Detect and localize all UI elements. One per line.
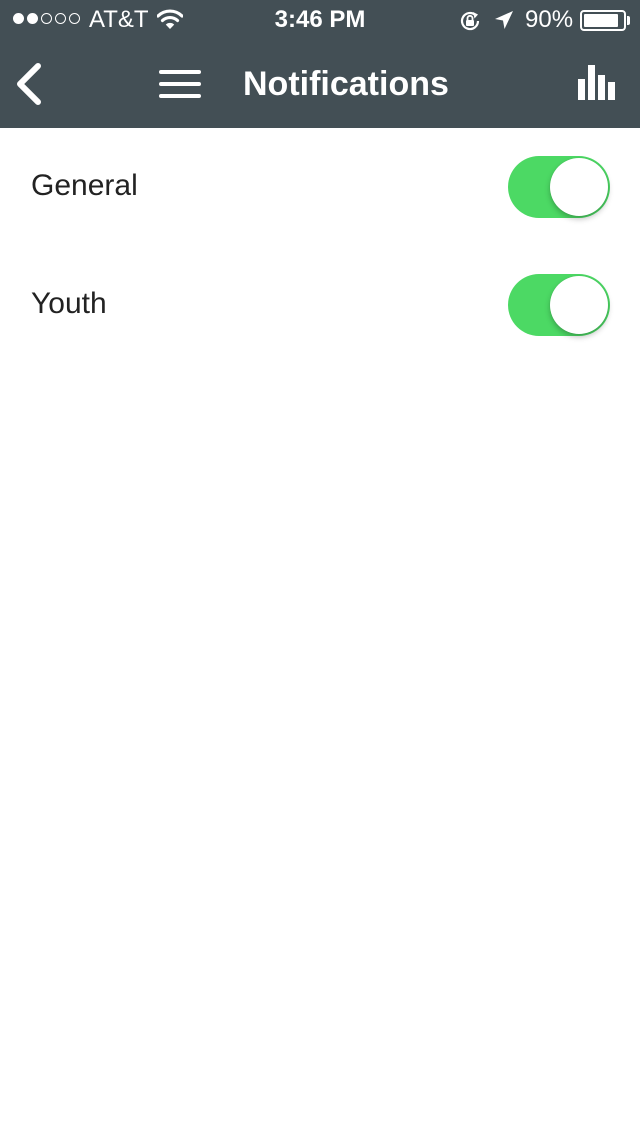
location-arrow-icon bbox=[493, 9, 515, 36]
app-header: AT&T 3:46 PM 90% Notifications bbox=[0, 0, 640, 128]
battery-percent: 90% bbox=[525, 6, 574, 33]
hamburger-line bbox=[159, 82, 201, 86]
battery-tip bbox=[627, 16, 630, 25]
setting-label: Youth bbox=[31, 287, 107, 320]
bar-chart-icon bbox=[578, 65, 615, 100]
status-bar: AT&T 3:46 PM 90% bbox=[0, 0, 640, 40]
menu-button[interactable] bbox=[156, 64, 204, 104]
back-button[interactable] bbox=[10, 58, 54, 110]
toggle-knob bbox=[550, 276, 608, 334]
youth-toggle[interactable] bbox=[508, 274, 610, 336]
page-title: Notifications bbox=[243, 65, 449, 103]
setting-row-youth: Youth bbox=[0, 246, 640, 364]
setting-label: General bbox=[31, 169, 138, 202]
hamburger-menu-icon bbox=[159, 70, 201, 74]
general-toggle[interactable] bbox=[508, 156, 610, 218]
chevron-left-icon bbox=[17, 63, 41, 105]
hamburger-line bbox=[159, 94, 201, 98]
setting-row-general: General bbox=[0, 128, 640, 246]
toggle-knob bbox=[550, 158, 608, 216]
rotation-lock-icon bbox=[458, 9, 482, 38]
battery-icon bbox=[580, 10, 626, 31]
stats-button[interactable] bbox=[574, 62, 620, 104]
